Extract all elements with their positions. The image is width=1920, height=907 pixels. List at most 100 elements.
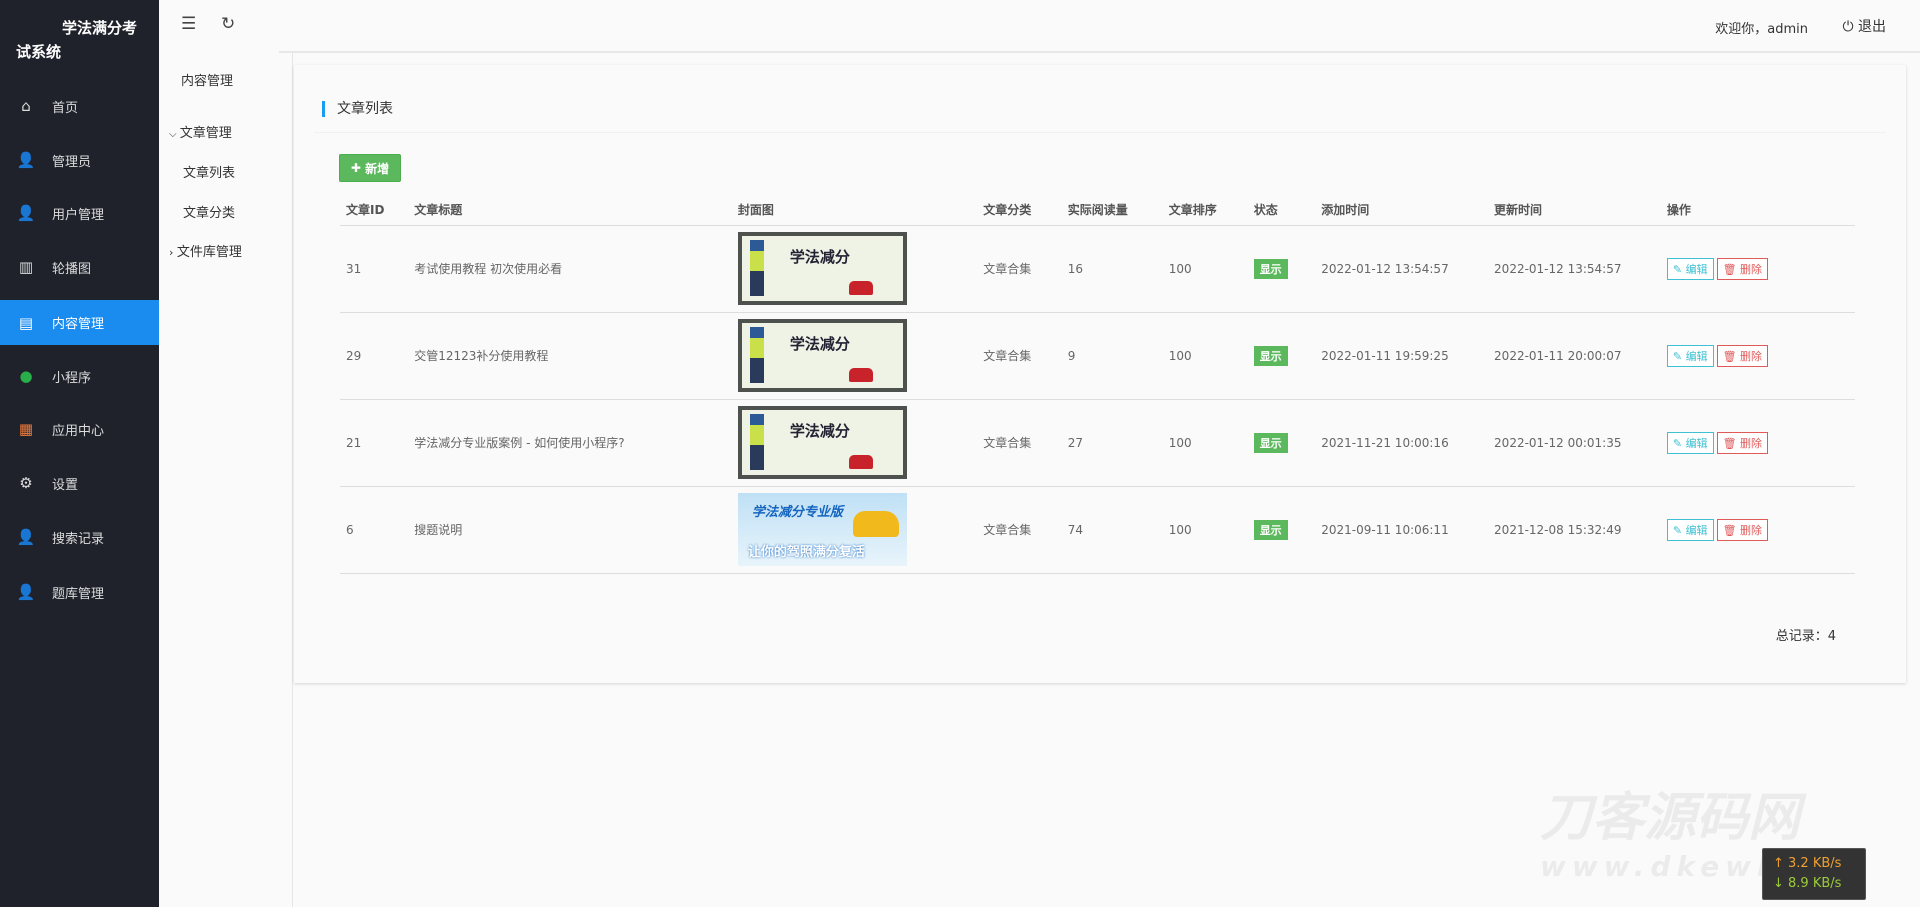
article-list-card: 文章列表 ✚ 新增 文章ID 文章标题 封面图 文章分类 实际阅读量 文章排序 状态 添加时间…: [294, 65, 1906, 683]
sidebar-item-3[interactable]: ▥ 轮播图: [0, 240, 159, 294]
trash-icon: 🗑: [1722, 262, 1737, 276]
cell-title: 考试使用教程 初次使用必看: [408, 225, 732, 313]
user-icon: 👤: [16, 204, 36, 222]
article-table: 文章ID 文章标题 封面图 文章分类 实际阅读量 文章排序 状态 添加时间 更新时间 操作 31 …: [340, 195, 1855, 574]
add-button[interactable]: ✚ 新增: [339, 154, 401, 182]
cover-image: 学法减分: [737, 406, 907, 479]
edit-button[interactable]: ✎ 编辑: [1666, 518, 1714, 541]
refresh-icon[interactable]: ↻: [221, 14, 235, 34]
cell-id: 6: [340, 486, 409, 574]
sidebar-item-2[interactable]: 👤 用户管理: [0, 186, 159, 240]
cell-status: 显示: [1247, 486, 1316, 574]
cell-title: 学法减分专业版案例 - 如何使用小程序?: [408, 399, 732, 487]
cell-cover: 学法减分专业版 让你的驾照满分复活: [731, 486, 978, 574]
sidebar-item-7[interactable]: ⚙ 设置: [0, 456, 159, 510]
user-gear-icon: 👤: [16, 583, 36, 601]
cell-category: 文章合集: [977, 486, 1062, 574]
cell-reads: 27: [1061, 399, 1163, 487]
cell-cover: 学法减分: [731, 312, 978, 400]
cell-sort: 100: [1162, 312, 1248, 400]
cell-sort: 100: [1162, 225, 1248, 313]
collapse-menu-icon[interactable]: ☰: [181, 14, 196, 34]
plus-icon: ✚: [350, 161, 366, 175]
delete-button[interactable]: 🗑 删除: [1716, 344, 1769, 367]
power-icon: ⏻: [1842, 19, 1858, 35]
edit-button[interactable]: ✎ 编辑: [1666, 431, 1714, 454]
cell-actions: ✎ 编辑 🗑 删除: [1660, 399, 1855, 487]
subnav-title: 内容管理: [181, 74, 234, 89]
pencil-icon: ✎: [1672, 436, 1683, 450]
sidebar-item-0[interactable]: ⌂ 首页: [0, 79, 159, 133]
cell-title: 交管12123补分使用教程: [408, 312, 732, 400]
cell-added: 2022-01-11 19:59:25: [1315, 312, 1489, 400]
divider: [314, 132, 1886, 133]
column-header: 封面图: [731, 195, 978, 226]
cell-status: 显示: [1247, 399, 1316, 487]
upload-speed: ↑ 3.2 KB/s: [1773, 856, 1842, 871]
card-title: 文章列表: [322, 101, 393, 117]
network-speed-widget: ↑ 3.2 KB/s ↓ 8.9 KB/s: [1762, 848, 1866, 900]
user-gear-icon: 👤: [16, 151, 36, 169]
table-row: 31 考试使用教程 初次使用必看 学法减分 文章合集 16 100 显示 202…: [340, 225, 1855, 313]
car-graphic: [852, 511, 899, 537]
sidebar-item-1[interactable]: 👤 管理员: [0, 133, 159, 187]
cell-updated: 2022-01-11 20:00:07: [1488, 312, 1661, 400]
edit-button[interactable]: ✎ 编辑: [1666, 344, 1714, 367]
cell-sort: 100: [1162, 486, 1248, 574]
sidebar-item-6[interactable]: ▦ 应用中心: [0, 402, 159, 456]
cell-actions: ✎ 编辑 🗑 删除: [1660, 312, 1855, 400]
column-header: 文章ID: [340, 195, 409, 226]
trash-icon: 🗑: [1722, 523, 1737, 537]
sidebar-item-5[interactable]: ● 小程序: [0, 349, 159, 403]
gear-icon: ⚙: [19, 474, 33, 492]
column-header: 文章标题: [408, 195, 732, 226]
document-icon: ▤: [18, 313, 34, 332]
cell-actions: ✎ 编辑 🗑 删除: [1660, 486, 1855, 574]
subnav-item-article-category[interactable]: 文章分类: [183, 202, 235, 221]
delete-button[interactable]: 🗑 删除: [1716, 257, 1769, 280]
delete-button[interactable]: 🗑 删除: [1716, 431, 1769, 454]
column-header: 更新时间: [1488, 195, 1661, 226]
column-header: 文章排序: [1162, 195, 1248, 226]
cell-reads: 9: [1061, 312, 1163, 400]
sidebar: 学法满分考 试系统 ⌂ 首页 👤 管理员 👤 用户管理 ▥ 轮播图 ▤ 内容管理 ● 小程序 ▦ 应用中心…: [0, 0, 159, 907]
pencil-icon: ✎: [1672, 523, 1683, 537]
cell-id: 31: [340, 225, 409, 313]
cover-image: 学法减分专业版 让你的驾照满分复活: [737, 493, 907, 566]
column-header: 操作: [1660, 195, 1855, 226]
download-speed: ↓ 8.9 KB/s: [1773, 876, 1842, 891]
column-header: 实际阅读量: [1061, 195, 1163, 226]
status-badge: 显示: [1253, 258, 1288, 279]
sidebar-item-4[interactable]: ▤ 内容管理: [0, 300, 159, 345]
logout-button[interactable]: ⏻ 退出: [1842, 16, 1886, 36]
subnav-group-article[interactable]: ⌵ 文章管理: [169, 122, 232, 141]
cell-reads: 16: [1061, 225, 1163, 313]
cell-cover: 学法减分: [731, 399, 978, 487]
cell-actions: ✎ 编辑 🗑 删除: [1660, 225, 1855, 313]
cell-category: 文章合集: [977, 399, 1062, 487]
cell-id: 29: [340, 312, 409, 400]
top-header: ☰ ↻ 欢迎你，admin ⏻ 退出: [159, 0, 1920, 53]
sidebar-item-8[interactable]: 👤 搜索记录: [0, 510, 159, 564]
status-badge: 显示: [1253, 519, 1288, 540]
delete-button[interactable]: 🗑 删除: [1716, 518, 1769, 541]
total-records: 总记录：4: [1775, 629, 1836, 644]
cell-updated: 2022-01-12 00:01:35: [1488, 399, 1661, 487]
cell-reads: 74: [1061, 486, 1163, 574]
cell-status: 显示: [1247, 312, 1316, 400]
car-graphic: [848, 281, 873, 295]
sidebar-item-9[interactable]: 👤 题库管理: [0, 565, 159, 619]
cell-status: 显示: [1247, 225, 1316, 313]
secondary-nav: 内容管理 ⌵ 文章管理 文章列表 文章分类 › 文件库管理: [159, 0, 293, 907]
cell-added: 2022-01-12 13:54:57: [1315, 225, 1489, 313]
subnav-group-file-library[interactable]: › 文件库管理: [169, 241, 242, 260]
chevron-right-icon: ›: [169, 246, 177, 259]
cell-cover: 学法减分: [731, 225, 978, 313]
cell-category: 文章合集: [977, 312, 1062, 400]
cell-updated: 2022-01-12 13:54:57: [1488, 225, 1661, 313]
cell-added: 2021-11-21 10:00:16: [1315, 399, 1489, 487]
apps-icon: ▦: [18, 420, 34, 438]
edit-button[interactable]: ✎ 编辑: [1666, 257, 1714, 280]
table-row: 29 交管12123补分使用教程 学法减分 文章合集 9 100 显示 2022…: [340, 312, 1855, 400]
subnav-item-article-list[interactable]: 文章列表: [183, 162, 235, 181]
